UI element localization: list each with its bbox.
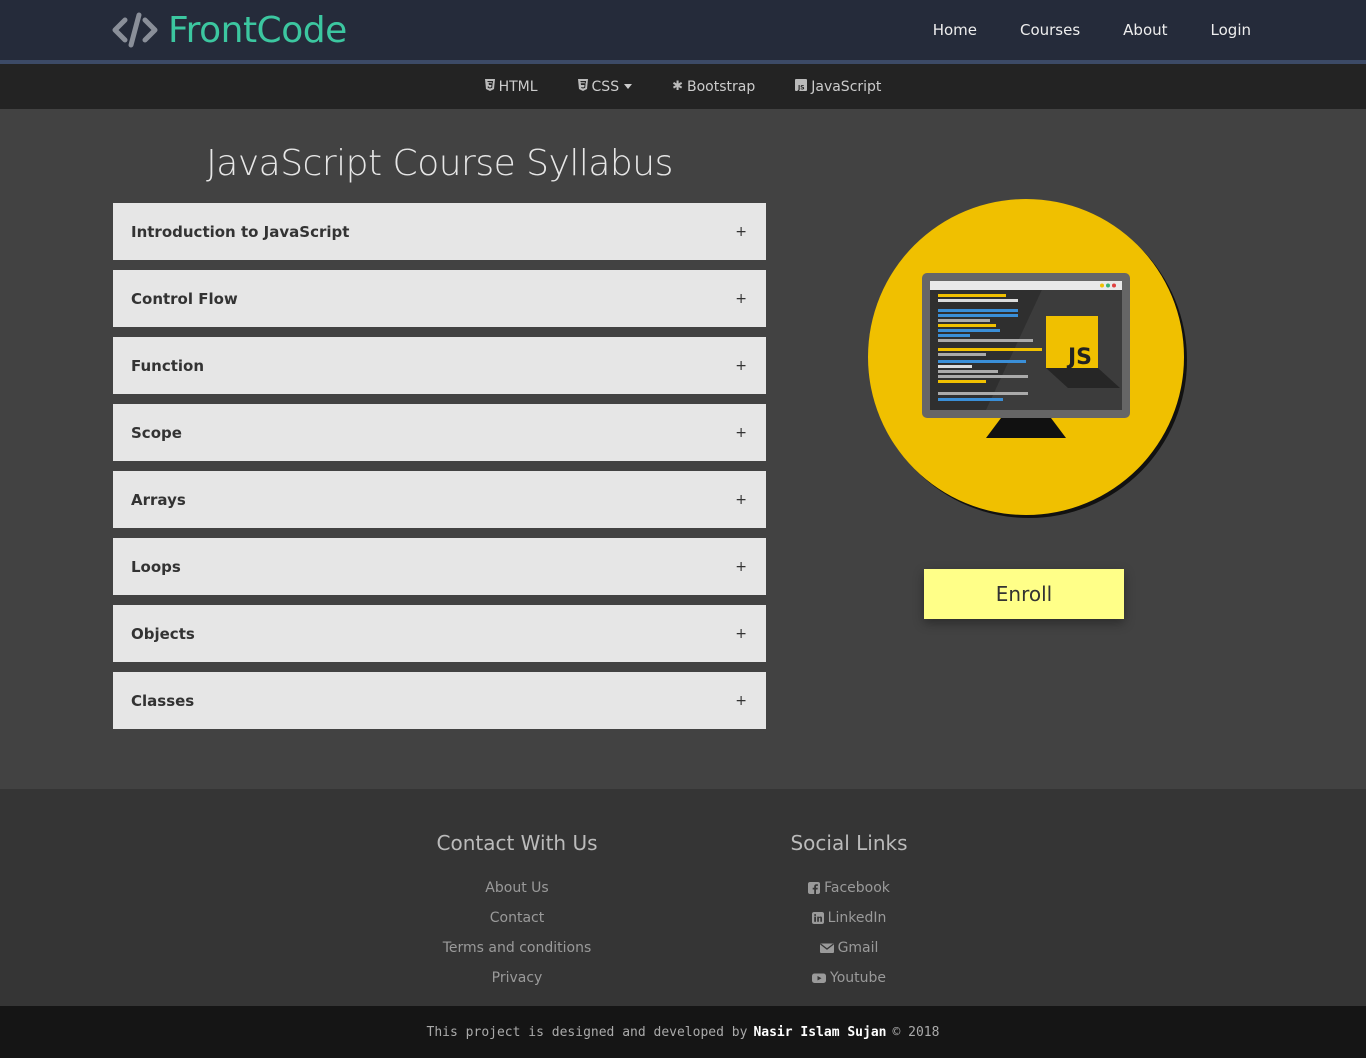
social-column: Social Links Facebook LinkedIn Gmail You… (719, 831, 979, 993)
social-link-linkedin[interactable]: LinkedIn (719, 903, 979, 933)
author-name: Nasir Islam Sujan (753, 1024, 887, 1040)
html5-icon (484, 79, 495, 94)
syllabus-item-label: Introduction to JavaScript (131, 222, 350, 241)
syllabus-item-control-flow[interactable]: Control Flow + (113, 270, 766, 327)
syllabus-item-loops[interactable]: Loops + (113, 538, 766, 595)
linkedin-icon (811, 912, 824, 924)
javascript-course-illustration: JS (868, 199, 1187, 518)
footer-link-about-us[interactable]: About Us (387, 873, 647, 903)
cog-icon: ✱ (672, 79, 683, 94)
expand-plus-icon: + (735, 558, 747, 575)
nav-login[interactable]: Login (1211, 21, 1251, 39)
expand-plus-icon: + (735, 357, 747, 374)
subnav-html[interactable]: HTML (484, 78, 538, 95)
syllabus-item-objects[interactable]: Objects + (113, 605, 766, 662)
syllabus-item-label: Scope (131, 423, 182, 442)
syllabus-accordion: Introduction to JavaScript + Control Flo… (113, 203, 766, 739)
syllabus-item-arrays[interactable]: Arrays + (113, 471, 766, 528)
syllabus-item-introduction[interactable]: Introduction to JavaScript + (113, 203, 766, 260)
top-navbar: FrontCode Home Courses About Login (0, 0, 1366, 64)
contact-column: Contact With Us About Us Contact Terms a… (387, 831, 647, 993)
syllabus-item-scope[interactable]: Scope + (113, 404, 766, 461)
subnav-css-label: CSS (591, 78, 620, 95)
youtube-icon (812, 973, 826, 983)
brand-logo-link[interactable]: FrontCode (112, 8, 347, 52)
nav-about[interactable]: About (1123, 21, 1167, 39)
main-content: JavaScript Course Syllabus Introduction … (0, 109, 1366, 789)
social-link-label: Facebook (824, 880, 890, 896)
social-link-gmail[interactable]: Gmail (719, 933, 979, 963)
subnav-javascript[interactable]: JS JavaScript (795, 79, 881, 95)
main-nav: Home Courses About Login (890, 0, 1251, 60)
subnav-bootstrap-label: Bootstrap (687, 78, 756, 95)
nav-courses[interactable]: Courses (1020, 21, 1080, 39)
nav-home[interactable]: Home (933, 21, 977, 39)
syllabus-item-label: Loops (131, 557, 181, 576)
css3-icon (577, 79, 588, 94)
expand-plus-icon: + (735, 625, 747, 642)
social-link-facebook[interactable]: Facebook (719, 873, 979, 903)
footer: Contact With Us About Us Contact Terms a… (0, 789, 1366, 1006)
expand-plus-icon: + (735, 223, 747, 240)
page-title: JavaScript Course Syllabus (206, 143, 673, 184)
syllabus-item-label: Control Flow (131, 289, 238, 308)
copyright-bar: This project is designed and developed b… (0, 1006, 1366, 1058)
subnav-html-label: HTML (498, 78, 538, 95)
social-link-label: Gmail (837, 940, 879, 956)
js-square-icon: JS (795, 79, 808, 94)
copyright-year: © 2018 (892, 1024, 940, 1040)
footer-link-contact[interactable]: Contact (387, 903, 647, 933)
syllabus-item-label: Classes (131, 691, 195, 710)
expand-plus-icon: + (735, 491, 747, 508)
facebook-icon (808, 882, 821, 894)
expand-plus-icon: + (735, 290, 747, 307)
course-subnav: HTML CSS ✱ Bootstrap JS JavaScript (0, 64, 1366, 109)
syllabus-item-function[interactable]: Function + (113, 337, 766, 394)
js-badge-text: JS (1066, 345, 1092, 370)
subnav-css[interactable]: CSS (577, 78, 633, 95)
code-icon (112, 8, 158, 52)
subnav-bootstrap[interactable]: ✱ Bootstrap (672, 79, 755, 95)
syllabus-item-classes[interactable]: Classes + (113, 672, 766, 729)
envelope-icon (819, 943, 834, 953)
social-heading: Social Links (790, 831, 908, 855)
caret-down-icon (624, 84, 633, 89)
enroll-button[interactable]: Enroll (924, 569, 1124, 619)
copyright-prefix: This project is designed and developed b… (426, 1024, 748, 1040)
footer-link-terms[interactable]: Terms and conditions (387, 933, 647, 963)
syllabus-item-label: Objects (131, 624, 195, 643)
syllabus-item-label: Function (131, 356, 205, 375)
social-link-youtube[interactable]: Youtube (719, 963, 979, 993)
expand-plus-icon: + (735, 424, 747, 441)
subnav-javascript-label: JavaScript (811, 78, 882, 95)
social-link-label: LinkedIn (827, 910, 887, 926)
svg-text:JS: JS (797, 85, 805, 92)
syllabus-item-label: Arrays (131, 490, 186, 509)
expand-plus-icon: + (735, 692, 747, 709)
footer-link-privacy[interactable]: Privacy (387, 963, 647, 993)
social-link-label: Youtube (830, 970, 886, 986)
brand-name: FrontCode (168, 9, 347, 51)
contact-heading: Contact With Us (436, 831, 598, 855)
